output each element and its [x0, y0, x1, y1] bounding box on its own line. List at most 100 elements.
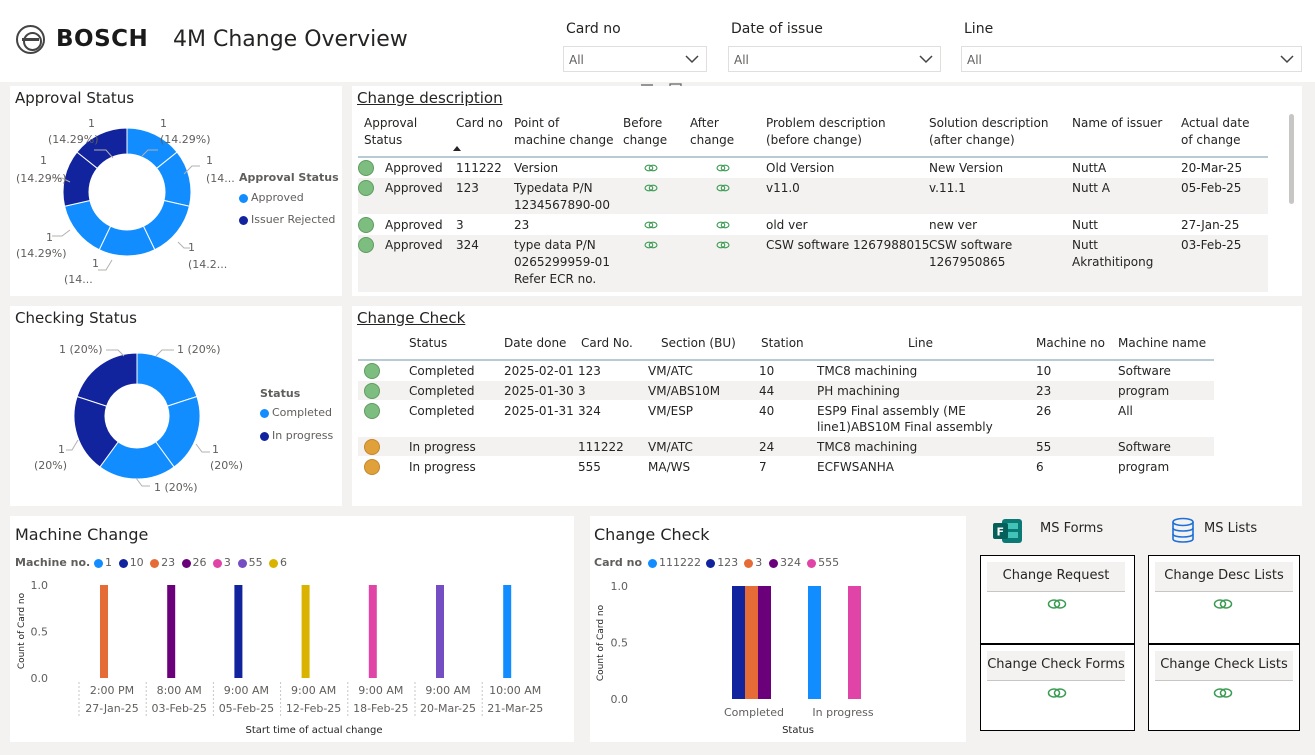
cell-date: 20-Mar-25: [1181, 161, 1243, 175]
approval-label: (14.29%): [16, 247, 67, 260]
change-check-forms-button[interactable]: Change Check Forms: [987, 651, 1125, 681]
before-change-link-icon[interactable]: [644, 220, 658, 230]
column-header[interactable]: Station: [761, 336, 804, 350]
cell-line: ECFWSANHA: [817, 460, 894, 474]
change-check-table-title: Change Check: [357, 309, 466, 327]
cell-machine-name: program: [1118, 384, 1170, 398]
approval-label: 1: [88, 117, 95, 130]
approval-label: (14.29%): [48, 133, 99, 146]
slicer-date-dropdown[interactable]: All: [728, 46, 941, 72]
header-bar: BOSCH 4M Change Overview Card no All Dat…: [0, 0, 1315, 82]
before-change-link-icon[interactable]: [644, 183, 658, 193]
cell-card: 111222: [578, 440, 624, 454]
column-header[interactable]: Section (BU): [661, 336, 736, 350]
x-tick-time: 2:00 PM: [90, 684, 134, 697]
slicer-card-no-dropdown[interactable]: All: [563, 46, 707, 72]
column-header[interactable]: Date done: [504, 336, 566, 350]
column-header[interactable]: After change: [690, 115, 734, 149]
after-change-link-icon[interactable]: [716, 163, 730, 173]
status-dot-icon: [364, 363, 380, 379]
table-row: In progress 111222 VM/ATC 24 TMC8 machining 5…: [358, 437, 1214, 456]
column-header[interactable]: Point of machine change: [514, 115, 614, 149]
column-header[interactable]: Machine no: [1036, 336, 1105, 350]
cell-status: Completed: [409, 404, 475, 418]
change-check-chart-panel: Change Check Card no 111222 123 3 324 555 1.…: [590, 516, 966, 742]
column-header[interactable]: Before change: [623, 115, 667, 149]
table-header: Approval Status Card no Point of machine c…: [352, 114, 1287, 158]
cell-date: 03-Feb-25: [1181, 238, 1242, 252]
column-header[interactable]: Status: [409, 336, 447, 350]
cell-section: VM/ATC: [648, 364, 693, 378]
cell-machine-no: 55: [1036, 440, 1052, 454]
legend-item-approved[interactable]: Approved: [239, 191, 304, 204]
approval-label: 1: [46, 231, 53, 244]
change-request-button[interactable]: Change Request: [987, 562, 1125, 592]
link-icon[interactable]: [1213, 598, 1233, 610]
column-header[interactable]: Line: [908, 336, 933, 350]
bar-12-Feb-25: [301, 585, 310, 678]
link-icon[interactable]: [1213, 687, 1233, 699]
x-tick-time: 9:00 AM: [425, 684, 470, 697]
x-tick-time: 9:00 AM: [358, 684, 403, 697]
legend-item-completed[interactable]: Completed: [260, 406, 332, 419]
link-icon[interactable]: [1047, 687, 1067, 699]
column-header[interactable]: Name of issuer: [1072, 115, 1162, 132]
x-tick-time: 9:00 AM: [291, 684, 336, 697]
cell-card-no: 123: [456, 181, 479, 195]
y-tick-label: 0.5: [611, 637, 629, 650]
y-tick-label: 1.0: [611, 580, 629, 593]
approval-legend-title: Approval Status: [239, 171, 339, 184]
cell-station: 10: [759, 364, 775, 378]
after-change-link-icon[interactable]: [716, 240, 730, 250]
change-description-table-wrap: Approval Status Card no Point of machine c…: [352, 114, 1287, 292]
column-header[interactable]: Card No.: [581, 336, 633, 350]
approval-label: (14...: [206, 172, 235, 185]
bosch-logo-icon: [16, 25, 45, 54]
vertical-scrollbar[interactable]: [1289, 114, 1294, 204]
legend-label: Completed: [272, 406, 332, 419]
change-check-lists-button[interactable]: Change Check Lists: [1155, 651, 1293, 681]
before-change-link-icon[interactable]: [644, 240, 658, 250]
cell-station: 40: [759, 404, 775, 418]
links-area: F MS Forms MS Lists Change Request Chang…: [978, 510, 1306, 750]
column-header[interactable]: Card no: [456, 115, 503, 132]
bar-3: [745, 586, 758, 699]
cell-card: 123: [578, 364, 601, 378]
cell-problem: Old Version: [766, 161, 835, 175]
status-dot-icon: [364, 439, 380, 455]
slicer-line-dropdown[interactable]: All: [961, 46, 1302, 72]
approval-label: 1: [188, 241, 195, 254]
column-header[interactable]: Machine name: [1118, 336, 1206, 350]
legend-label: Approved: [251, 191, 304, 204]
x-axis-label: Status: [782, 725, 814, 736]
bar-21-Mar-25: [503, 585, 512, 678]
column-header[interactable]: Solution description (after change): [929, 115, 1048, 149]
approval-label: 1: [206, 154, 213, 167]
legend-dot-icon: [239, 215, 248, 225]
column-header[interactable]: Actual date of change: [1181, 115, 1249, 149]
table-row: In progress 555 MA/WS 7 ECFWSANHA 6 program: [358, 457, 1214, 476]
cell-solution: v.11.1: [929, 181, 966, 195]
x-tick-date: 20-Mar-25: [420, 702, 476, 715]
cell-solution: CSW software 1267950865: [929, 238, 1013, 269]
bar-123: [732, 586, 745, 699]
link-icon[interactable]: [1047, 598, 1067, 610]
cell-status: Approved: [385, 181, 443, 195]
y-axis-label: Count of Card no: [17, 592, 27, 669]
x-tick-time: 9:00 AM: [224, 684, 269, 697]
checking-status-panel: Checking Status 1 (20%) 1 (20%) 1 (20%) …: [10, 306, 342, 506]
change-check-bar-chart: 1.0 0.5 0.0 Count of Card no Completed In pro…: [596, 580, 874, 736]
status-dot-icon: [358, 160, 374, 176]
column-header[interactable]: Approval Status: [364, 115, 417, 149]
cell-line: PH machining: [817, 384, 900, 398]
slicer-date-label: Date of issue: [731, 21, 823, 37]
before-change-link-icon[interactable]: [644, 163, 658, 173]
chevron-down-icon: [919, 55, 933, 64]
cell-status: In progress: [409, 460, 476, 474]
change-desc-lists-button[interactable]: Change Desc Lists: [1155, 562, 1293, 592]
after-change-link-icon[interactable]: [716, 220, 730, 230]
legend-item-in-progress[interactable]: In progress: [260, 429, 333, 442]
after-change-link-icon[interactable]: [716, 183, 730, 193]
column-header[interactable]: Problem description (before change): [766, 115, 886, 149]
legend-item-issuer-rejected[interactable]: Issuer Rejected: [239, 213, 335, 226]
